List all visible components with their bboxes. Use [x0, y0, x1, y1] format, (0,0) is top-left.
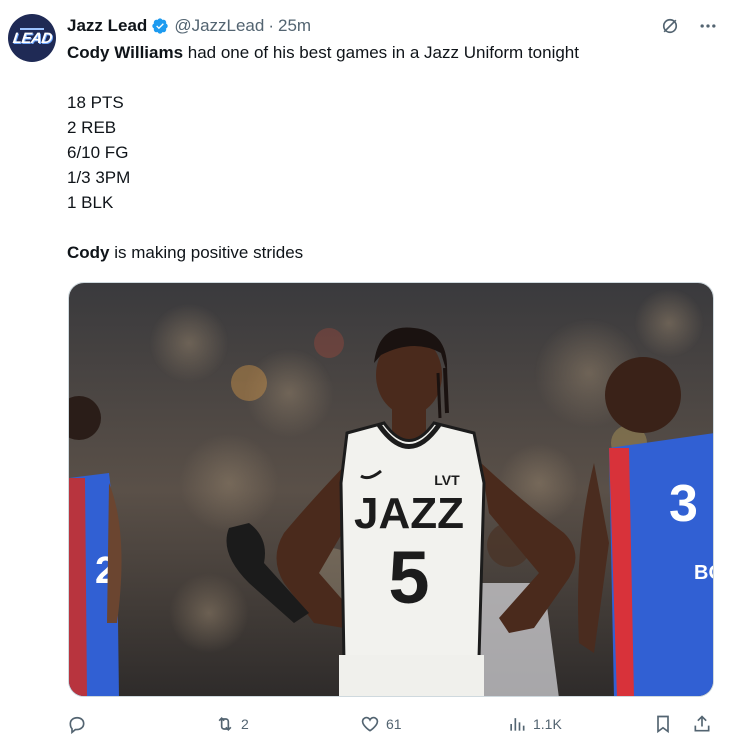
more-icon[interactable] [698, 16, 718, 36]
author-avatar[interactable]: LEAD [8, 14, 56, 62]
stat-line: 18 PTS [67, 93, 124, 112]
bookmark-button[interactable] [653, 706, 673, 742]
post-line-1-rest: had one of his best games in a Jazz Unif… [183, 43, 579, 62]
author-handle[interactable]: @JazzLead [174, 16, 264, 36]
grok-icon[interactable] [660, 16, 680, 36]
like-button[interactable]: 61 [360, 706, 402, 742]
repost-count: 2 [241, 716, 249, 732]
reply-button[interactable] [67, 706, 93, 742]
jersey-number: 5 [388, 536, 429, 619]
views-count: 1.1K [533, 716, 562, 732]
share-icon [694, 715, 710, 732]
action-bar: 2 61 1.1K [67, 706, 717, 746]
bookmark-icon [657, 715, 669, 734]
author-name[interactable]: Jazz Lead [67, 16, 147, 36]
opponent-jersey-name: BO [694, 562, 714, 584]
header-separator: · [268, 16, 275, 35]
verified-badge-icon [152, 18, 168, 34]
basketball-photo: 2 3 BO [69, 283, 714, 696]
views-button[interactable]: 1.1K [507, 706, 562, 742]
header-icons [660, 16, 718, 36]
repost-icon [218, 716, 232, 732]
avatar-logo-text: LEAD [11, 29, 53, 47]
post-timestamp[interactable]: 25m [278, 16, 311, 36]
post-text: Cody Williams had one of his best games … [67, 40, 707, 265]
stat-line: 1 BLK [67, 193, 114, 212]
jersey-team-name: JAZZ [354, 489, 464, 538]
jersey-sponsor: LVT [434, 472, 460, 488]
opponent-jersey-number: 3 [669, 475, 698, 533]
like-icon [361, 716, 379, 732]
share-button[interactable] [692, 706, 712, 742]
avatar-spikes-decoration [20, 20, 44, 30]
stat-line: 2 REB [67, 118, 117, 137]
reply-icon [69, 716, 85, 734]
repost-button[interactable]: 2 [215, 706, 249, 742]
post-image[interactable]: 2 3 BO [68, 282, 714, 697]
stat-line: 1/3 3PM [67, 168, 131, 187]
post-header: Jazz Lead @JazzLead · 25m [67, 14, 718, 38]
post-line-2-rest: is making positive strides [109, 243, 304, 262]
views-icon [510, 718, 525, 731]
post-line-2: Cody is making positive strides [67, 240, 707, 265]
post-line-1: Cody Williams had one of his best games … [67, 40, 707, 65]
stat-line: 6/10 FG [67, 143, 129, 162]
player-first-name-bold: Cody [67, 243, 110, 262]
player-name-bold: Cody Williams [67, 43, 184, 62]
like-count: 61 [386, 716, 402, 732]
